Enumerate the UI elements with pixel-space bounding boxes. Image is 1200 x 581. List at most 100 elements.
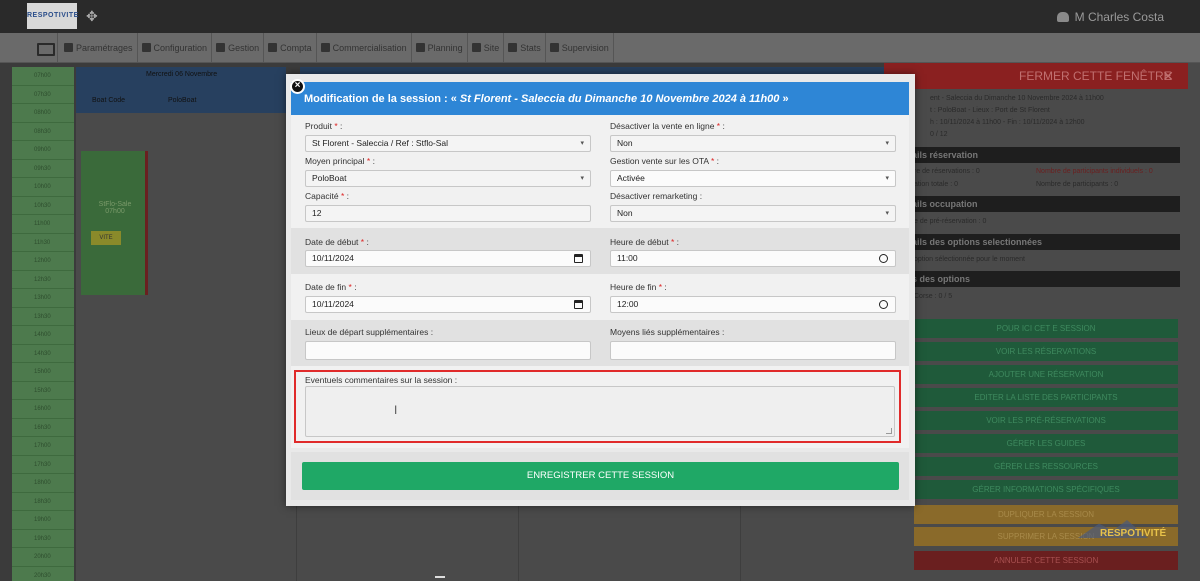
top-bar: RESPOTIVITE ✥ M Charles Costa: [0, 0, 1200, 33]
clock-icon[interactable]: [879, 254, 888, 263]
app-logo[interactable]: RESPOTIVITE: [27, 3, 78, 29]
monitor-icon[interactable]: [30, 33, 58, 63]
panel-stat: re de réservations : 0: [914, 168, 980, 175]
capacite-label: Capacité * :: [305, 191, 349, 201]
panel-info-line: h : 10/11/2024 à 11h00 - Fin : 10/11/202…: [930, 119, 1085, 126]
cancel-session-button[interactable]: ANNULER CETTE SESSION: [914, 551, 1178, 570]
panel-action-button[interactable]: VOIR LES PRÉ-RÉSERVATIONS: [914, 411, 1178, 430]
heure-fin-input[interactable]: 12:00: [610, 296, 896, 313]
time-slot: 17h30: [12, 456, 74, 474]
chevron-down-icon: ▾: [885, 210, 889, 217]
panel-info-line: 0 / 12: [930, 131, 948, 138]
time-slot: 11h30: [12, 234, 74, 252]
nav-compta[interactable]: Compta: [264, 33, 317, 63]
panel-section-title: ails occupation: [884, 196, 1180, 212]
close-window-button[interactable]: FERMER CETTE FENÊTRE ✕: [884, 63, 1188, 89]
nav-planning[interactable]: Planning: [412, 33, 468, 63]
chevron-down-icon: ▾: [580, 140, 584, 147]
produit-select[interactable]: St Florent - Saleccia / Ref : Stflo-Sal ▾: [305, 135, 591, 152]
calculator-icon: [268, 43, 278, 52]
highlight-box: [294, 370, 901, 443]
lieux-depart-label: Lieux de départ supplémentaires :: [305, 327, 434, 337]
gestion-ota-select[interactable]: Activée ▾: [610, 170, 896, 187]
duplicate-session-button[interactable]: DUPLIQUER LA SESSION: [914, 505, 1178, 524]
panel-stat: Corse : 0 / 5: [914, 293, 953, 300]
fullscreen-icon[interactable]: ✥: [86, 9, 100, 23]
col-header-poloboat: PoloBoat: [168, 97, 197, 104]
heure-debut-input[interactable]: 11:00: [610, 250, 896, 267]
time-slot: 18h00: [12, 474, 74, 493]
panel-action-button[interactable]: AJOUTER UNE RÉSERVATION: [914, 365, 1178, 384]
heure-debut-label: Heure de début * :: [610, 237, 680, 247]
clock-icon[interactable]: [879, 300, 888, 309]
user-menu[interactable]: M Charles Costa: [1056, 10, 1164, 24]
nav-site[interactable]: Site: [468, 33, 505, 63]
sitemap-icon: [471, 43, 481, 52]
date-debut-input[interactable]: 10/11/2024: [305, 250, 591, 267]
nav-stats[interactable]: Stats: [504, 33, 546, 63]
panel-action-button[interactable]: POUR ICI CET E SESSION: [914, 319, 1178, 338]
close-icon: ✕: [1162, 68, 1174, 84]
nav-parametrages[interactable]: Paramétrages: [60, 33, 138, 63]
panel-stat: e de pré-réservation : 0: [914, 218, 987, 225]
euro-icon: [320, 43, 330, 52]
moyen-principal-label: Moyen principal * :: [305, 156, 375, 166]
desactiver-vente-select[interactable]: Non ▾: [610, 135, 896, 152]
save-session-button[interactable]: ENREGISTRER CETTE SESSION: [302, 462, 899, 490]
time-slot: 14h30: [12, 345, 74, 363]
remarketing-label: Désactiver remarketing :: [610, 191, 703, 201]
col-header-boat-code: Boat Code: [92, 97, 126, 104]
chevron-down-icon: ▾: [580, 175, 584, 182]
calendar-icon[interactable]: [574, 254, 583, 263]
time-slot: 15h00: [12, 363, 74, 382]
chevron-down-icon: ▾: [885, 140, 889, 147]
time-slot: 17h00: [12, 437, 74, 456]
capacite-input[interactable]: 12: [305, 205, 591, 222]
time-slot: 18h30: [12, 493, 74, 511]
moyens-lies-input[interactable]: [610, 341, 896, 360]
panel-action-button[interactable]: GÉRER INFORMATIONS SPÉCIFIQUES: [914, 480, 1178, 499]
lieux-depart-input[interactable]: [305, 341, 591, 360]
date-fin-label: Date de fin * :: [305, 282, 357, 292]
desactiver-vente-label: Désactiver la vente en ligne * :: [610, 121, 725, 131]
calendar-icon: [415, 43, 425, 52]
time-slot: 19h00: [12, 511, 74, 530]
time-slot: 13h30: [12, 308, 74, 326]
gears-icon: [141, 43, 151, 52]
time-slot: 11h00: [12, 215, 74, 234]
calendar-icon[interactable]: [574, 300, 583, 309]
panel-action-button[interactable]: GÉRER LES GUIDES: [914, 434, 1178, 453]
panel-action-button[interactable]: VOIR LES RÉSERVATIONS: [914, 342, 1178, 361]
time-slot: 09h30: [12, 160, 74, 178]
calendar-event[interactable]: StFlo-Sale 07h00 VITE: [81, 151, 148, 295]
time-column: 07h00 07h30 08h00 08h30 09h00 09h30 10h00 10h30…: [12, 67, 74, 581]
wrench-icon: [64, 43, 73, 52]
panel-section-title: ails réservation: [884, 147, 1180, 163]
panel-action-button[interactable]: EDITER LA LISTE DES PARTICIPANTS: [914, 388, 1178, 407]
modal-session-name: St Florent - Saleccia du Dimanche 10 Nov…: [459, 93, 780, 105]
gestion-ota-label: Gestion vente sur les OTA * :: [610, 156, 720, 166]
date-fin-input[interactable]: 10/11/2024: [305, 296, 591, 313]
close-icon[interactable]: ×: [290, 79, 305, 94]
main-nav: Paramétrages Configuration Gestion Compt…: [0, 33, 1200, 63]
event-badge[interactable]: VITE: [91, 231, 121, 245]
produit-label: Produit * :: [305, 121, 343, 131]
heure-fin-label: Heure de fin * :: [610, 282, 667, 292]
chart-icon: [508, 43, 518, 52]
nav-gestion[interactable]: Gestion: [212, 33, 265, 63]
time-slot: 14h00: [12, 326, 74, 345]
moyen-principal-select[interactable]: PoloBoat ▾: [305, 170, 591, 187]
nav-supervision[interactable]: Supervision: [546, 33, 614, 63]
time-slot: 10h00: [12, 178, 74, 197]
nav-configuration[interactable]: Configuration: [138, 33, 213, 63]
nav-commercialisation[interactable]: Commercialisation: [317, 33, 412, 63]
remarketing-select[interactable]: Non ▾: [610, 205, 896, 222]
time-slot: 12h00: [12, 252, 74, 271]
panel-stat: ation totale : 0: [914, 181, 958, 188]
panel-stat: Nombre de participants individuels : 0: [1036, 168, 1153, 175]
time-slot: 15h30: [12, 382, 74, 400]
time-slot: 20h30: [12, 567, 74, 581]
time-slot: 08h30: [12, 123, 74, 141]
time-slot: 16h00: [12, 400, 74, 419]
panel-action-button[interactable]: GÉRER LES RESSOURCES: [914, 457, 1178, 476]
